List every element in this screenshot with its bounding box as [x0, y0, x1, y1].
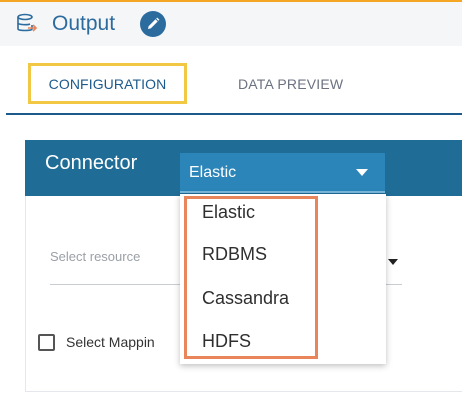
edit-button[interactable] — [140, 11, 166, 37]
tab-data-preview[interactable]: DATA PREVIEW — [238, 63, 343, 104]
dropdown-option-cassandra[interactable]: Cassandra — [202, 288, 289, 309]
chevron-down-icon — [388, 259, 398, 265]
tabs-underline — [6, 113, 462, 115]
dropdown-option-hdfs[interactable]: HDFS — [202, 331, 251, 352]
chevron-down-icon — [356, 169, 368, 176]
database-export-icon — [16, 13, 38, 35]
connector-label: Connector — [45, 152, 138, 174]
pencil-icon — [148, 17, 160, 29]
output-header: Output — [0, 2, 462, 46]
connector-dropdown-menu: Elastic RDBMS Cassandra HDFS — [180, 194, 386, 364]
tab-configuration[interactable]: CONFIGURATION — [28, 63, 187, 104]
connector-selected-value: Elastic — [189, 164, 237, 181]
resource-placeholder: Select resource — [50, 249, 141, 264]
select-mapping-checkbox[interactable] — [38, 334, 55, 351]
connector-header: Connector Elastic — [25, 140, 462, 196]
select-mapping-label: Select Mappin — [66, 334, 155, 350]
dropdown-option-elastic[interactable]: Elastic — [202, 202, 255, 223]
connector-select[interactable]: Elastic — [180, 153, 385, 193]
page-title: Output — [52, 12, 116, 35]
dropdown-option-rdbms[interactable]: RDBMS — [202, 244, 267, 265]
